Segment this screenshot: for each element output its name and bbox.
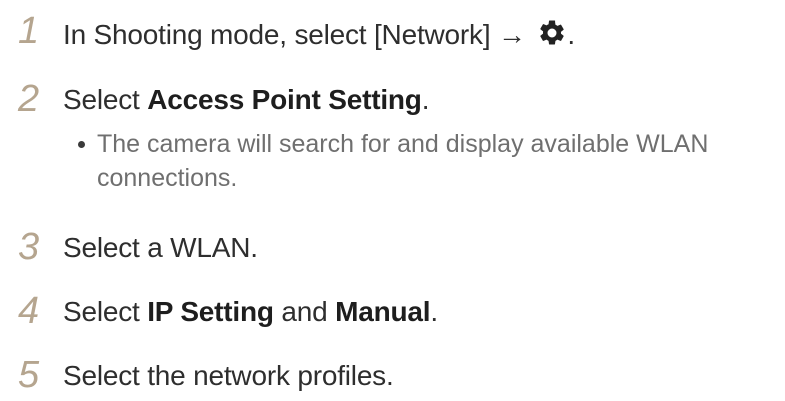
step-text: Select the network profiles. [63,360,394,391]
step-text: Select Access Point Setting. [63,84,430,115]
gear-icon [537,18,567,53]
step-text-part: Select [63,296,148,327]
step-text-part: . [430,296,438,327]
step-number: 3 [18,226,40,268]
step-text-part: . [567,19,575,50]
step-text-part: In Shooting mode, select [Network] → [63,19,534,50]
ui-term: IP Setting [147,296,274,327]
step-number: 1 [18,10,40,52]
bullet-icon [78,141,85,148]
ui-term: Manual [335,296,431,327]
step-text-part: Select [63,84,148,115]
step-number: 4 [18,290,40,332]
step-text-part: and [273,296,336,327]
step-text-part: . [421,84,430,115]
step-text: Select IP Setting and Manual. [63,298,438,326]
step-number: 2 [18,78,40,120]
step-text: In Shooting mode, select [Network] → . [63,18,575,53]
ui-term: Access Point Setting [147,84,422,115]
step-number: 5 [18,354,40,396]
bullet-text: The camera will search for and display a… [97,130,709,192]
step-text: Select a WLAN. [63,232,258,263]
